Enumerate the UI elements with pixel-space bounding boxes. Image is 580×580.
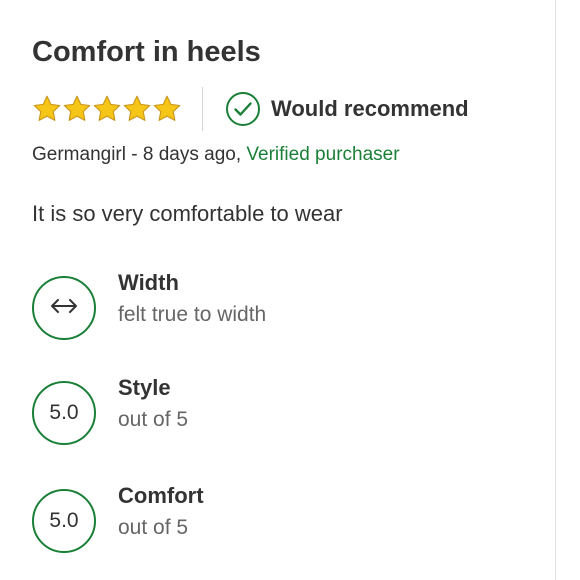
attribute-label: Width bbox=[118, 270, 179, 295]
star-icon bbox=[62, 94, 92, 124]
width-indicator bbox=[32, 276, 96, 340]
attribute-comfort: 5.0 Comfort out of 5 bbox=[32, 483, 512, 561]
star-icon bbox=[92, 94, 122, 124]
star-icon bbox=[122, 94, 152, 124]
review-date: 8 days ago, bbox=[142, 144, 242, 165]
rating-divider bbox=[202, 87, 203, 131]
checkmark-circle-icon bbox=[225, 91, 261, 127]
verified-purchaser-badge: Verified purchaser bbox=[246, 144, 400, 165]
review-meta: Germangirl - 8 days ago, Verified purcha… bbox=[32, 144, 400, 166]
review-author: Germangirl bbox=[32, 144, 126, 165]
meta-separator: - bbox=[125, 144, 143, 165]
star-icon bbox=[152, 94, 182, 124]
style-score-badge: 5.0 bbox=[32, 381, 96, 445]
attribute-description: out of 5 bbox=[118, 408, 189, 431]
rating-row: Would recommend bbox=[32, 86, 469, 132]
attribute-description: out of 5 bbox=[118, 516, 189, 539]
attribute-style: 5.0 Style out of 5 bbox=[32, 375, 512, 453]
attribute-width: Width felt true to width bbox=[32, 270, 512, 348]
review-title: Comfort in heels bbox=[32, 36, 261, 68]
review-body: It is so very comfortable to wear bbox=[32, 201, 343, 226]
panel-divider bbox=[555, 0, 556, 580]
comfort-score-badge: 5.0 bbox=[32, 489, 96, 553]
star-icon bbox=[32, 94, 62, 124]
would-recommend-label: Would recommend bbox=[271, 96, 469, 121]
double-arrow-icon bbox=[49, 296, 79, 320]
attribute-label: Style bbox=[118, 375, 171, 400]
attribute-label: Comfort bbox=[118, 483, 204, 508]
attribute-description: felt true to width bbox=[118, 303, 267, 326]
star-rating bbox=[32, 94, 182, 124]
